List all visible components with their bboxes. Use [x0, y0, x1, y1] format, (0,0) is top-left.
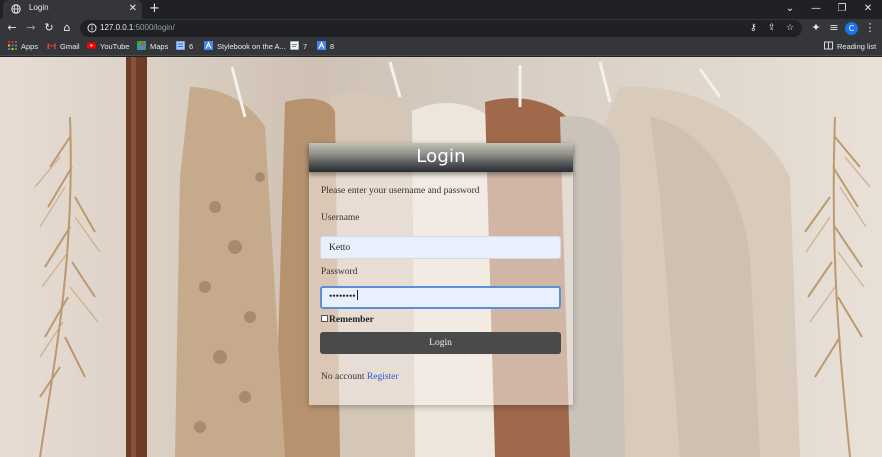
stylebook-icon	[204, 41, 213, 50]
bookmark-gmail[interactable]: Gmail	[47, 41, 80, 53]
reading-list-icon	[824, 41, 833, 50]
username-field[interactable]: Ketto	[320, 236, 561, 259]
back-button[interactable]: ←	[4, 20, 20, 36]
page-viewport: Login Please enter your username and pas…	[0, 57, 882, 457]
browser-toolbar: ← → ↻ ⌂ 127.0.0.1:5000/login/ ⚷ ⇪ ☆ ✦ ≡ …	[0, 19, 882, 38]
home-button[interactable]: ⌂	[59, 20, 75, 36]
media-control-icon[interactable]: ≡	[826, 20, 842, 36]
close-window-button[interactable]: ✕	[858, 2, 878, 16]
text-caret	[356, 290, 358, 300]
remember-option[interactable]: Remember	[321, 315, 374, 325]
login-card-header: Login	[309, 143, 573, 172]
info-icon[interactable]	[87, 23, 97, 33]
register-prompt: No account Register	[321, 372, 399, 382]
address-bar[interactable]: 127.0.0.1:5000/login/ ⚷ ⇪ ☆	[80, 20, 802, 37]
reading-list-label: Reading list	[837, 42, 877, 51]
page-icon	[290, 41, 299, 50]
bookmark-label: Maps	[150, 42, 169, 51]
remember-checkbox[interactable]	[321, 315, 328, 322]
bookmark-label: Stylebook on the A...	[217, 42, 286, 51]
bookmark-star-icon[interactable]: ☆	[786, 22, 794, 35]
url-host: 127.0.0.1	[100, 23, 134, 32]
bookmark-youtube[interactable]: YouTube	[87, 41, 129, 53]
url-text[interactable]: 127.0.0.1:5000/login/	[100, 23, 175, 32]
new-tab-button[interactable]: +	[149, 1, 160, 17]
maps-icon	[137, 41, 146, 50]
bookmark-7[interactable]: 7	[290, 41, 307, 53]
key-icon[interactable]: ⚷	[750, 22, 757, 35]
extensions-icon[interactable]: ✦	[808, 20, 824, 36]
password-label: Password	[321, 267, 358, 277]
profile-avatar[interactable]: C	[845, 22, 858, 35]
reading-list-button[interactable]: Reading list	[824, 41, 876, 53]
stylebook-icon	[317, 41, 326, 50]
bookmarks-bar: Apps Gmail YouTube Maps 6 Stylebook on t…	[0, 38, 882, 56]
bookmark-maps[interactable]: Maps	[137, 41, 168, 53]
bookmark-label: Gmail	[60, 42, 80, 51]
password-field[interactable]: ••••••••	[320, 286, 561, 309]
bookmark-8[interactable]: 8	[317, 41, 334, 53]
register-link[interactable]: Register	[367, 372, 399, 382]
bookmark-label: Apps	[21, 42, 39, 51]
tab-login[interactable]: Login ✕	[3, 0, 142, 19]
bookmark-apps[interactable]: Apps	[8, 41, 38, 53]
login-card: Login Please enter your username and pas…	[309, 143, 573, 405]
bookmark-6[interactable]: 6	[176, 41, 193, 53]
password-value: ••••••••	[329, 292, 356, 302]
remember-label: Remember	[329, 315, 374, 325]
reload-button[interactable]: ↻	[41, 20, 57, 36]
url-path: :5000/login/	[133, 23, 175, 32]
bookmark-label: YouTube	[100, 42, 130, 51]
login-button[interactable]: Login	[320, 332, 561, 354]
bookmark-label: 8	[330, 42, 335, 51]
chrome-menu-icon[interactable]: ⋮	[862, 20, 878, 36]
apps-grid-icon	[8, 41, 17, 50]
login-instructions: Please enter your username and password	[321, 186, 480, 196]
login-title: Login	[416, 146, 466, 167]
username-label: Username	[321, 213, 360, 223]
tab-search-icon[interactable]: ⌄	[780, 2, 800, 16]
bookmark-label: 6	[189, 42, 194, 51]
tab-close-icon[interactable]: ✕	[129, 2, 137, 16]
gmail-icon	[47, 43, 56, 49]
share-icon[interactable]: ⇪	[768, 22, 776, 35]
no-account-text: No account	[321, 372, 365, 382]
youtube-icon	[87, 42, 96, 49]
minimize-button[interactable]: —	[806, 2, 826, 16]
forward-button[interactable]: →	[23, 20, 39, 36]
globe-icon	[11, 4, 21, 14]
tab-title: Login	[29, 3, 49, 12]
tab-strip: Login ✕ + ⌄ — ❐ ✕	[0, 0, 882, 19]
doc-icon	[176, 41, 185, 50]
bookmark-stylebook[interactable]: Stylebook on the A...	[204, 41, 286, 53]
bookmark-label: 7	[303, 42, 308, 51]
restore-button[interactable]: ❐	[832, 2, 852, 16]
